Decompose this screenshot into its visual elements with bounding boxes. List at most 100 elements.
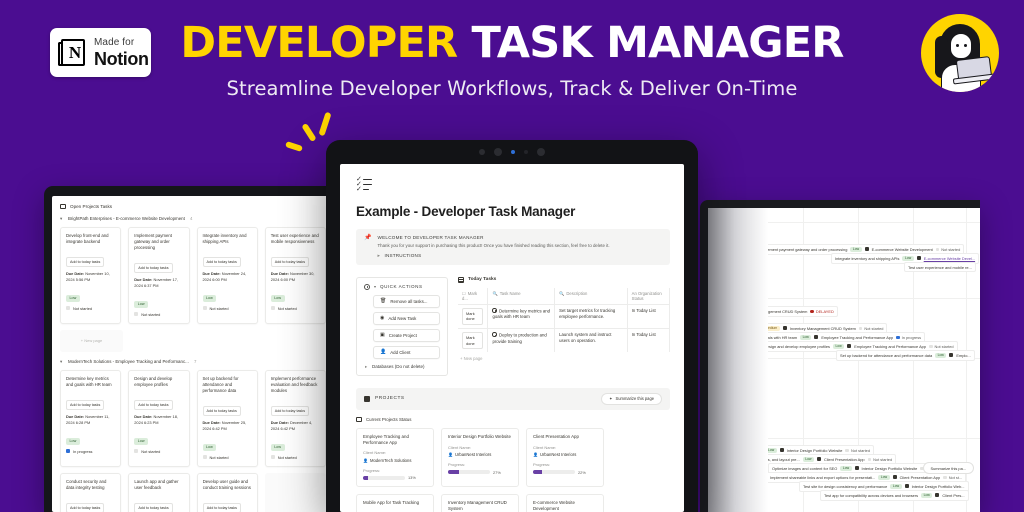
add-to-today-tasks-button[interactable]: Add to today tasks — [134, 399, 173, 410]
add-to-today-tasks-button[interactable]: Add to today tasks — [66, 399, 105, 410]
task-card[interactable]: Launch app and gather user feedback Add … — [128, 472, 190, 512]
add-client-button[interactable]: 👤 Add Client — [373, 345, 440, 359]
priority-badge: Low — [802, 456, 814, 463]
add-to-today-tasks-button[interactable]: Add to today tasks — [270, 405, 310, 416]
task-card-title: Develop user guide and conduct training … — [202, 478, 251, 490]
add-to-today-tasks-button[interactable]: Add to today tasks — [270, 257, 310, 268]
add-to-today-tasks-button[interactable]: Add to today tasks — [66, 257, 105, 268]
column-header-description[interactable]: 🔍 Description — [554, 287, 628, 305]
table-row[interactable]: Mark done Deploy to production and provi… — [458, 327, 671, 353]
remove-all-tasks-button[interactable]: 🗑 Remove all tasks... — [373, 294, 440, 308]
task-card[interactable]: Set up backend for attendance and perfor… — [196, 369, 258, 467]
databases-toggle[interactable]: Databases (Do not delete) — [364, 364, 440, 370]
timeline-bar[interactable]: Test user experience and mobile re... — [904, 262, 976, 272]
add-to-today-tasks-button[interactable]: Add to today tasks — [202, 502, 242, 512]
projects-section-header: PROJECTS ✦ Summarize this page — [356, 387, 670, 410]
project-card[interactable]: E-commerce Website Development Client Na… — [526, 494, 604, 512]
status-badge: Not started — [867, 457, 892, 462]
cell-task-name: Determine key metrics and goals with HR … — [487, 303, 556, 329]
project-card[interactable]: Interior Design Portfolio Website Client… — [441, 427, 519, 488]
timeline-project: Inventory Management CRUD System — [789, 325, 856, 331]
instructions-toggle[interactable]: INSTRUCTIONS — [377, 253, 662, 259]
task-card-title: Develop front-end and integrate backend — [66, 233, 109, 245]
add-to-today-tasks-button[interactable]: Add to today tasks — [202, 405, 241, 416]
database-icon — [779, 448, 784, 453]
project-card[interactable]: Employee Tracking and Performance App Cl… — [356, 427, 434, 488]
column-header-status[interactable]: An Organization Status — [627, 287, 671, 305]
mark-done-button[interactable]: Mark done — [462, 331, 484, 350]
timeline-bar[interactable]: Set up backend for attendance and perfor… — [836, 350, 975, 361]
add-to-today-tasks-button[interactable]: Add to today tasks — [66, 502, 105, 512]
button-label: Create Project — [388, 332, 417, 338]
task-card[interactable]: Determine key metrics and goals with HR … — [60, 369, 122, 467]
new-page-button[interactable]: + New page — [60, 329, 123, 352]
board-group-label: BrightPath Enterprises - E-commerce Webs… — [68, 216, 185, 221]
timeline-project[interactable]: E-commerce Website Devel... — [924, 256, 975, 261]
database-icon — [854, 466, 859, 471]
quick-actions-header[interactable]: ▾ QUICK ACTIONS — [364, 283, 440, 290]
column-header-mark-done[interactable]: ☐ Mark d... — [458, 287, 489, 305]
cell-mark-done[interactable]: Mark done — [458, 303, 489, 329]
projects-view-header[interactable]: Current Projects Status — [356, 416, 670, 422]
board-header: Open Projects Tasks — [60, 204, 326, 209]
status-label: Not started — [864, 325, 884, 331]
callout-title: WELCOME TO DEVELOPER TASK MANAGER — [377, 235, 484, 240]
task-card[interactable]: Test user experience and mobile responsi… — [264, 227, 326, 324]
timeline-project: Interior Design Portfolio Website — [786, 447, 843, 453]
person-icon: 👤 — [380, 348, 387, 355]
checklist-icon: ✓ ✓ ✓ — [356, 176, 372, 193]
cell-mark-done[interactable]: Mark done — [458, 327, 489, 353]
status-badge: Not started — [929, 344, 954, 349]
due-label: Due Date: — [66, 413, 85, 419]
task-card-due: Due Date: November 11, 2024 6:28 PM — [66, 414, 115, 425]
board-group-header[interactable]: BrightPath Enterprises - E-commerce Webs… — [60, 216, 326, 222]
today-tasks-header: Today Tasks — [458, 276, 670, 283]
new-page-button[interactable]: + New page — [458, 352, 670, 365]
due-label: Due Date: — [202, 419, 221, 425]
task-card[interactable]: Integrate inventory and shipping APIs Ad… — [196, 227, 258, 324]
column-header-task-name[interactable]: 🔍 Task Name — [487, 287, 556, 305]
status-label: Not started — [209, 305, 229, 311]
project-card[interactable]: Client Presentation App Client Name: Urb… — [526, 427, 604, 488]
status-badge: Not started — [270, 306, 320, 311]
summarize-page-button[interactable]: Summarize this pa... — [922, 462, 974, 474]
new-page-button[interactable]: + New page — [265, 472, 326, 512]
progress-value: 22% — [578, 469, 586, 475]
timeline-task-name: Test user experience and mobile re... — [908, 264, 972, 270]
task-card[interactable]: Implement payment gateway and order proc… — [128, 227, 190, 324]
priority-badge: Low — [935, 352, 947, 359]
add-to-today-tasks-button[interactable]: Add to today tasks — [202, 257, 241, 268]
timeline-bar[interactable]: Test app for compatibility across device… — [820, 490, 969, 501]
page-title: Example - Developer Task Manager — [356, 204, 576, 219]
add-new-task-button[interactable]: ◉ Add New Task — [373, 311, 440, 325]
task-card[interactable]: Design and develop employee profiles Add… — [128, 369, 190, 467]
priority-badge: Low — [134, 437, 149, 445]
task-icon — [492, 332, 497, 337]
summarize-page-button[interactable]: ✦ Summarize this page — [601, 392, 662, 405]
add-to-today-tasks-button[interactable]: Add to today tasks — [134, 502, 173, 512]
due-label: Due Date: — [66, 271, 85, 277]
today-tasks-panel: Today Tasks ☐ Mark d... 🔍 Task Name 🔍 Descr… — [458, 276, 671, 376]
table-row[interactable]: Mark done Determine key metrics and goal… — [458, 303, 671, 329]
priority-badge: Low — [66, 294, 80, 302]
task-card[interactable]: Develop front-end and integrate backend … — [60, 227, 122, 324]
projects-gallery: Employee Tracking and Performance App Cl… — [356, 427, 670, 512]
mark-done-button[interactable]: Mark done — [462, 307, 484, 325]
task-card-due: Due Date: November 10, 2024 5:56 PM — [66, 271, 115, 282]
task-card[interactable]: Conduct security and data integrity test… — [60, 472, 122, 512]
status-badge: Not started — [935, 247, 960, 252]
status-led-icon — [511, 150, 515, 154]
add-to-today-tasks-button[interactable]: Add to today tasks — [134, 263, 173, 274]
board-group-header[interactable]: ModernTech Solutions - Employee Tracking… — [60, 359, 326, 365]
task-card[interactable]: Implement performance evaluation and fee… — [264, 369, 326, 467]
priority-badge: Low — [902, 255, 914, 262]
gear-icon — [364, 283, 370, 290]
status-badge: Not started — [134, 312, 183, 317]
project-card[interactable]: Mobile App for Task Tracking Client Name… — [356, 494, 434, 512]
laptop-device-left: Open Projects Tasks BrightPath Enterpris… — [44, 186, 338, 512]
project-card[interactable]: Inventory Management CRUD System Client … — [441, 494, 519, 512]
plus-circle-icon: ◉ — [380, 314, 385, 321]
task-card[interactable]: Develop user guide and conduct training … — [196, 472, 259, 512]
create-project-button[interactable]: ▣ Create Project — [373, 328, 440, 342]
cell-task-name: Deploy to production and provide trainin… — [487, 327, 556, 353]
